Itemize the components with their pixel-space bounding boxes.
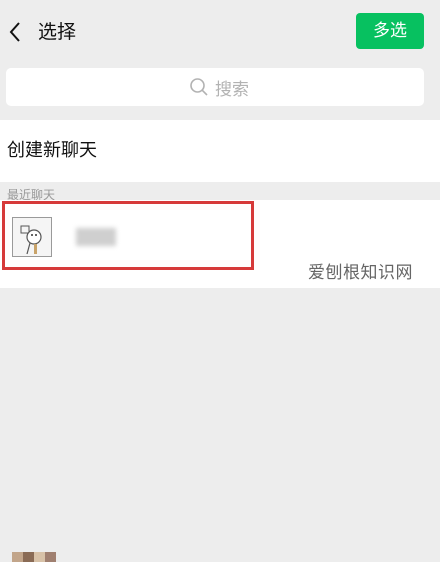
page-title: 选择: [38, 21, 77, 43]
blurred-contact-name: [76, 228, 116, 246]
create-new-chat-label: 创建新聊天: [7, 140, 97, 161]
avatar: [12, 552, 56, 562]
search-input[interactable]: 搜索: [6, 68, 424, 106]
search-placeholder: 搜索: [215, 79, 249, 100]
avatar: [12, 217, 52, 257]
search-placeholder-group: 搜索: [189, 68, 249, 106]
search-icon: [190, 78, 208, 96]
multi-select-button[interactable]: 多选: [356, 13, 424, 49]
top-bar: 选择 多选: [0, 0, 440, 66]
chevron-left-icon[interactable]: [7, 20, 23, 44]
watermark: 爱刨根知识网: [308, 263, 413, 283]
avatar-image: [20, 225, 42, 255]
create-new-chat-item[interactable]: 创建新聊天: [0, 120, 440, 182]
